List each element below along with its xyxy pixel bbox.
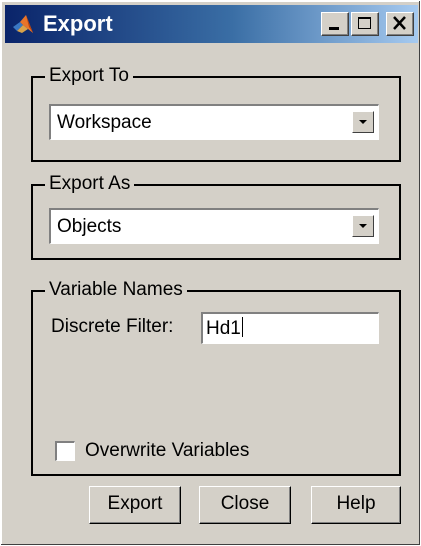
close-button[interactable]: Close bbox=[199, 486, 291, 524]
overwrite-variables-checkbox[interactable] bbox=[55, 441, 75, 461]
minimize-icon bbox=[329, 27, 339, 30]
maximize-icon bbox=[358, 17, 371, 29]
chevron-down-icon bbox=[359, 120, 367, 124]
title-bar[interactable]: Export bbox=[5, 5, 418, 43]
minimize-button[interactable] bbox=[321, 12, 349, 36]
matlab-logo-icon bbox=[11, 13, 35, 37]
discrete-filter-label: Discrete Filter: bbox=[51, 316, 174, 337]
maximize-button[interactable] bbox=[351, 12, 379, 36]
discrete-filter-value: Hd1 bbox=[206, 318, 241, 339]
close-window-button[interactable] bbox=[386, 12, 414, 36]
help-button[interactable]: Help bbox=[311, 486, 401, 524]
export-to-dropdown-button[interactable] bbox=[352, 111, 374, 133]
text-caret bbox=[241, 317, 243, 337]
overwrite-variables-label[interactable]: Overwrite Variables bbox=[85, 439, 249, 463]
close-icon bbox=[393, 16, 406, 30]
export-to-dropdown[interactable]: Workspace bbox=[49, 104, 379, 140]
export-to-selected-value: Workspace bbox=[57, 112, 152, 133]
export-to-label: Export To bbox=[45, 65, 133, 87]
export-as-group: Export As Objects bbox=[31, 173, 401, 260]
discrete-filter-input[interactable]: Hd1 bbox=[201, 312, 379, 344]
window-title: Export bbox=[43, 11, 113, 36]
export-as-label: Export As bbox=[45, 173, 135, 195]
export-as-dropdown[interactable]: Objects bbox=[49, 208, 379, 244]
chevron-down-icon bbox=[359, 224, 367, 228]
export-button[interactable]: Export bbox=[89, 486, 181, 524]
export-dialog: Export Export To Workspace Export As Obj… bbox=[0, 0, 421, 546]
export-as-dropdown-button[interactable] bbox=[352, 215, 374, 237]
variable-names-label: Variable Names bbox=[45, 279, 187, 301]
export-to-group: Export To Workspace bbox=[31, 65, 401, 162]
export-as-selected-value: Objects bbox=[57, 216, 122, 237]
